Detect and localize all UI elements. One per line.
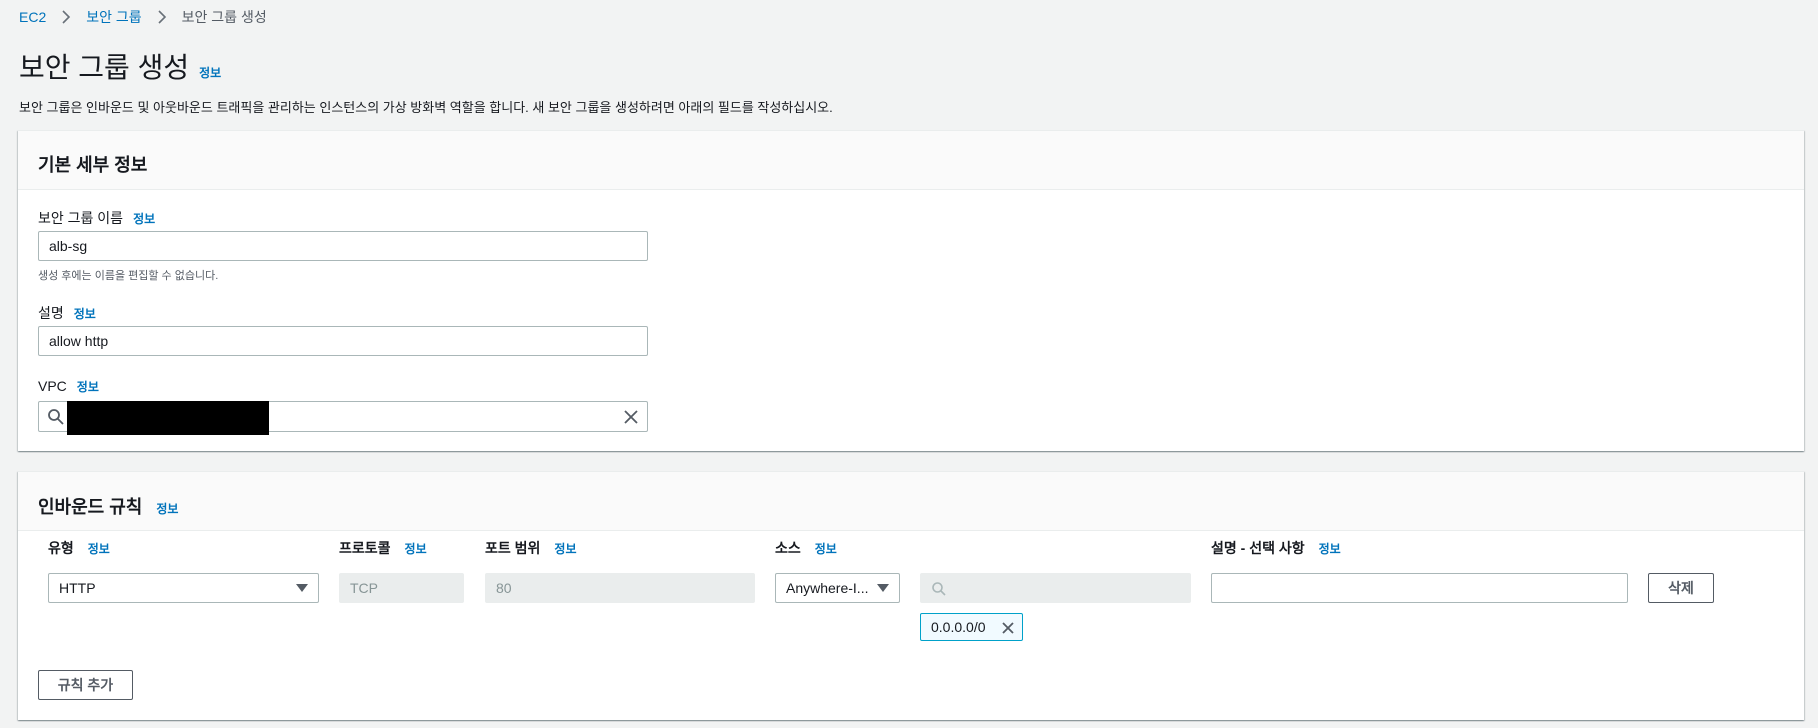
rule-description-field[interactable]	[1211, 573, 1628, 603]
add-rule-button[interactable]: 규칙 추가	[38, 670, 133, 700]
page-info-link[interactable]: 정보	[199, 64, 221, 81]
description-label: 설명	[38, 305, 64, 321]
sg-name-field[interactable]: alb-sg	[38, 231, 648, 261]
col-protocol-info-link[interactable]: 정보	[405, 540, 427, 557]
col-protocol-label: 프로토콜	[339, 540, 391, 556]
page-title-row: 보안 그룹 생성 정보	[19, 46, 221, 86]
description-label-row: 설명 정보	[38, 303, 96, 323]
description-field[interactable]: allow http	[38, 326, 648, 356]
col-port-label-row: 포트 범위 정보	[485, 538, 577, 558]
rule-type-select[interactable]: HTTP	[48, 573, 319, 603]
col-type-info-link[interactable]: 정보	[88, 540, 110, 557]
redacted-vpc-value	[67, 401, 269, 435]
basic-details-title-row: 기본 세부 정보	[38, 151, 147, 177]
cidr-token-value: 0.0.0.0/0	[931, 619, 986, 635]
rule-source-value: Anywhere-I...	[786, 580, 869, 596]
basic-details-panel: 기본 세부 정보 보안 그룹 이름 정보 alb-sg 생성 후에는 이름을 편…	[18, 130, 1804, 451]
col-type-label: 유형	[48, 540, 74, 556]
search-icon	[932, 582, 946, 596]
cidr-token: 0.0.0.0/0	[920, 613, 1023, 641]
description-info-link[interactable]: 정보	[74, 305, 96, 322]
col-description-label-row: 설명 - 선택 사항 정보	[1211, 538, 1341, 558]
col-source-info-link[interactable]: 정보	[815, 540, 837, 557]
col-source-label-row: 소스 정보	[775, 538, 837, 558]
rule-source-select[interactable]: Anywhere-I...	[775, 573, 900, 603]
breadcrumb-security-groups-link[interactable]: 보안 그룹	[86, 7, 141, 27]
remove-token-icon[interactable]	[1001, 621, 1015, 635]
vpc-label-row: VPC 정보	[38, 378, 99, 395]
rule-cidr-search-field[interactable]	[920, 573, 1191, 603]
rule-type-value: HTTP	[59, 580, 96, 596]
search-icon	[48, 409, 64, 425]
col-source-label: 소스	[775, 540, 801, 556]
basic-details-title: 기본 세부 정보	[38, 155, 148, 175]
col-description-label: 설명 - 선택 사항	[1211, 540, 1305, 556]
inbound-rules-title: 인바운드 규칙	[38, 497, 143, 517]
rule-port-field: 80	[485, 573, 755, 603]
page-title: 보안 그룹 생성	[19, 52, 190, 83]
col-port-label: 포트 범위	[485, 540, 541, 556]
inbound-rules-info-link[interactable]: 정보	[156, 500, 178, 517]
vpc-search-field[interactable]	[38, 401, 648, 435]
basic-details-header	[18, 131, 1804, 190]
vpc-label: VPC	[38, 378, 67, 394]
caret-down-icon	[296, 584, 308, 592]
sg-name-label: 보안 그룹 이름	[38, 210, 124, 226]
inbound-rules-panel: 인바운드 규칙 정보 유형 정보 프로토콜 정보 포트 범위 정보 소스 정보 …	[18, 471, 1804, 720]
delete-rule-button[interactable]: 삭제	[1648, 573, 1714, 603]
vpc-info-link[interactable]: 정보	[77, 378, 99, 395]
col-description-info-link[interactable]: 정보	[1319, 540, 1341, 557]
page-description: 보안 그룹은 인바운드 및 아웃바운드 트래픽을 관리하는 인스턴스의 가상 방…	[19, 100, 833, 115]
sg-name-label-row: 보안 그룹 이름 정보	[38, 208, 155, 228]
col-type-label-row: 유형 정보	[48, 538, 110, 558]
caret-down-icon	[877, 584, 889, 592]
rule-protocol-field: TCP	[339, 573, 464, 603]
clear-icon[interactable]	[623, 409, 639, 425]
sg-name-hint: 생성 후에는 이름을 편집할 수 없습니다.	[38, 270, 219, 282]
breadcrumb-current: 보안 그룹 생성	[181, 9, 267, 25]
breadcrumb: EC2 보안 그룹 보안 그룹 생성	[19, 7, 267, 27]
inbound-rules-header	[18, 472, 1804, 531]
inbound-rules-title-row: 인바운드 규칙 정보	[38, 493, 178, 519]
chevron-right-icon	[158, 10, 166, 24]
breadcrumb-ec2-link[interactable]: EC2	[19, 9, 46, 25]
col-protocol-label-row: 프로토콜 정보	[339, 538, 427, 558]
chevron-right-icon	[62, 10, 71, 24]
sg-name-info-link[interactable]: 정보	[133, 210, 155, 227]
col-port-info-link[interactable]: 정보	[554, 540, 576, 557]
